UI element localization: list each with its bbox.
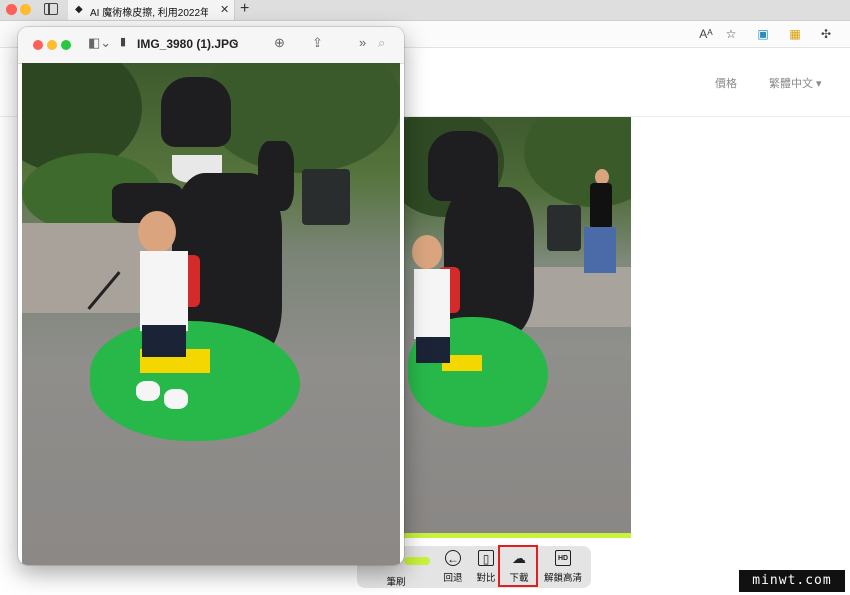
extension-icon-3[interactable]: ✣ bbox=[817, 25, 835, 43]
preview-minimize-button[interactable] bbox=[47, 40, 57, 50]
bookmark-star-icon[interactable]: ☆ bbox=[722, 25, 740, 43]
unlock-hd-button[interactable]: HD 解鎖高清 bbox=[543, 550, 583, 586]
sidebar-toggle-icon[interactable] bbox=[44, 3, 58, 15]
preview-zoom-button[interactable] bbox=[61, 40, 71, 50]
tab-close-icon[interactable]: ✕ bbox=[220, 3, 229, 16]
language-selector[interactable]: 繁體中文 ▾ bbox=[769, 75, 822, 91]
brush-label: 筆刷 bbox=[386, 577, 406, 588]
more-tools-icon[interactable]: » bbox=[359, 35, 366, 50]
compare-label: 對比 bbox=[476, 573, 496, 584]
nav-pricing-link[interactable]: 價格 bbox=[715, 75, 737, 91]
title-dropdown-icon[interactable]: ⌄ bbox=[230, 33, 241, 49]
original-photo bbox=[22, 63, 400, 565]
share-icon[interactable]: ⇪ bbox=[312, 35, 323, 51]
progress-accent-bar bbox=[404, 533, 631, 538]
download-highlight-box bbox=[498, 545, 538, 587]
minimize-window-button[interactable] bbox=[20, 4, 31, 15]
eraser-favicon-icon: ◆ bbox=[75, 4, 83, 15]
preview-close-button[interactable] bbox=[33, 40, 43, 50]
undo-label: 回退 bbox=[443, 573, 463, 584]
brush-size-slider[interactable] bbox=[404, 557, 430, 565]
text-size-icon[interactable]: Aᴬ bbox=[697, 25, 715, 43]
extension-icon-2[interactable]: ▦ bbox=[786, 25, 804, 43]
file-icon: ▮ bbox=[120, 36, 127, 48]
tab-title: AI 魔術橡皮擦, 利用2022年最先 bbox=[90, 8, 208, 19]
sidebar-toggle-icon[interactable]: ◧⌄ bbox=[88, 35, 111, 51]
undo-icon: ← bbox=[445, 550, 461, 566]
extension-icon-1[interactable]: ▣ bbox=[754, 25, 772, 43]
close-window-button[interactable] bbox=[6, 4, 17, 15]
file-name: IMG_3980 (1).JPG bbox=[137, 37, 239, 51]
watermark: minwt.com bbox=[739, 570, 845, 592]
unlock-hd-label: 解鎖高清 bbox=[543, 573, 582, 584]
compare-icon: ▯ bbox=[478, 550, 494, 566]
compare-button[interactable]: ▯ 對比 bbox=[471, 550, 501, 586]
search-icon[interactable]: ⌕ bbox=[378, 35, 385, 51]
preview-window: ◧⌄ ▮ IMG_3980 (1).JPG ⌄ ⊕ ⇪ » ⌕ bbox=[18, 27, 404, 565]
new-tab-button[interactable]: + bbox=[240, 0, 249, 18]
preview-titlebar: ◧⌄ ▮ IMG_3980 (1).JPG ⌄ ⊕ ⇪ » ⌕ bbox=[18, 27, 404, 64]
browser-tab-bar: ◆ AI 魔術橡皮擦, 利用2022年最先 ✕ + bbox=[0, 0, 850, 21]
edited-photo[interactable] bbox=[404, 117, 631, 535]
browser-tab[interactable]: ◆ AI 魔術橡皮擦, 利用2022年最先 ✕ bbox=[68, 0, 235, 20]
zoom-in-icon[interactable]: ⊕ bbox=[274, 35, 285, 51]
hd-icon: HD bbox=[555, 550, 571, 566]
undo-button[interactable]: ← 回退 bbox=[438, 550, 468, 586]
